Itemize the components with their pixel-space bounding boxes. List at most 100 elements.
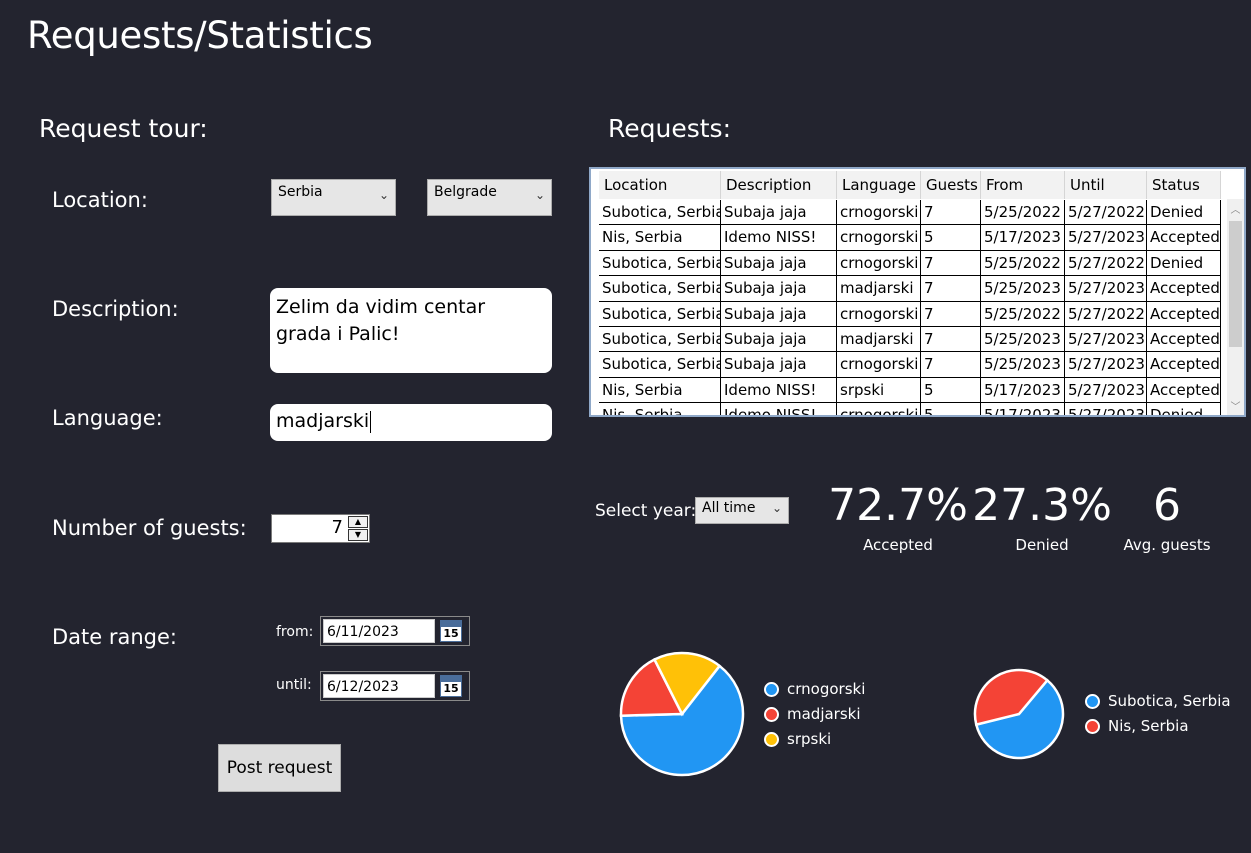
- table-cell: 5/17/2023: [981, 377, 1065, 404]
- table-cell: 5/27/2023: [1065, 276, 1147, 302]
- table-cell: crnogorski: [837, 403, 921, 415]
- legend-dot-icon: [1085, 718, 1100, 734]
- scroll-up-icon[interactable]: ︿: [1227, 201, 1244, 216]
- table-cell: Accepted: [1147, 301, 1221, 327]
- legend-label: Subotica, Serbia: [1108, 692, 1231, 710]
- table-cell: Subaja jaja: [721, 276, 837, 302]
- until-date-input[interactable]: 6/12/2023: [323, 674, 435, 698]
- calendar-icon[interactable]: 15: [440, 620, 462, 642]
- text-caret: [370, 410, 372, 433]
- legend-label: Nis, Serbia: [1108, 717, 1189, 735]
- table-cell: Accepted: [1147, 352, 1221, 378]
- table-cell: srpski: [837, 377, 921, 404]
- guests-stepper[interactable]: 7 ▲ ▼: [271, 514, 370, 543]
- chevron-down-icon: ⌄: [771, 501, 782, 515]
- legend-dot-icon: [1085, 693, 1100, 709]
- legend-item: madjarski: [764, 705, 861, 723]
- guests-label: Number of guests:: [52, 516, 247, 540]
- scrollbar-thumb[interactable]: [1229, 221, 1242, 347]
- table-cell: Idemo NISS!: [721, 403, 837, 415]
- table-row[interactable]: Subotica, Serbia Subaja jaja crnogorski 7 5/…: [599, 352, 1221, 378]
- country-combobox[interactable]: Serbia ⌄: [271, 179, 396, 216]
- table-cell: Nis, Serbia: [599, 225, 721, 251]
- table-cell: Denied: [1147, 200, 1221, 226]
- table-cell: 7: [921, 326, 981, 353]
- column-header[interactable]: Description: [721, 171, 837, 199]
- table-cell: 5/25/2023: [981, 276, 1065, 302]
- from-datepicker[interactable]: 6/11/2023 15: [320, 616, 470, 646]
- legend-item: Nis, Serbia: [1085, 717, 1189, 735]
- request-tour-heading: Request tour:: [39, 114, 208, 143]
- table-cell: 5/27/2023: [1065, 403, 1147, 415]
- column-header[interactable]: Location: [599, 171, 721, 199]
- year-value: All time: [702, 500, 756, 516]
- legend-dot-icon: [764, 706, 779, 722]
- column-header[interactable]: Until: [1065, 171, 1147, 199]
- denied-label: Denied: [1015, 536, 1069, 554]
- accepted-label: Accepted: [863, 536, 933, 554]
- table-cell: crnogorski: [837, 200, 921, 226]
- table-cell: Subotica, Serbia: [599, 301, 721, 327]
- table-cell: 7: [921, 200, 981, 226]
- chevron-down-icon: ⌄: [378, 188, 389, 202]
- language-value: madjarski: [276, 410, 370, 432]
- table-cell: madjarski: [837, 326, 921, 353]
- denied-percentage: 27.3%: [972, 480, 1112, 531]
- table-cell: 5/27/2023: [1065, 326, 1147, 353]
- table-cell: 5/25/2022: [981, 250, 1065, 277]
- table-cell: Accepted: [1147, 276, 1221, 302]
- table-cell: 5/25/2023: [981, 352, 1065, 378]
- increment-icon[interactable]: ▲: [348, 516, 368, 528]
- table-cell: 5/27/2022: [1065, 301, 1147, 327]
- post-request-button[interactable]: Post request: [218, 744, 341, 792]
- decrement-icon[interactable]: ▼: [348, 529, 368, 541]
- legend-item: srpski: [764, 730, 831, 748]
- column-header[interactable]: Language: [837, 171, 921, 199]
- table-cell: Subotica, Serbia: [599, 352, 721, 378]
- avg-guests-value: 6: [1153, 480, 1181, 531]
- table-cell: 5/27/2023: [1065, 225, 1147, 251]
- language-input[interactable]: madjarski: [270, 404, 552, 441]
- description-input[interactable]: Zelim da vidim centar grada i Palic!: [270, 288, 552, 373]
- column-header[interactable]: Status: [1147, 171, 1221, 199]
- table-row[interactable]: Subotica, Serbia Subaja jaja crnogorski 7 5/…: [599, 250, 1221, 277]
- table-cell: Nis, Serbia: [599, 403, 721, 415]
- table-row[interactable]: Subotica, Serbia Subaja jaja madjarski 7 5/2…: [599, 276, 1221, 302]
- language-label: Language:: [52, 406, 163, 430]
- table-row[interactable]: Nis, Serbia Idemo NISS! srpski 5 5/17/2023 5/…: [599, 377, 1221, 404]
- calendar-icon[interactable]: 15: [440, 675, 462, 697]
- scroll-down-icon[interactable]: ﹀: [1227, 398, 1244, 413]
- table-row[interactable]: Nis, Serbia Idemo NISS! crnogorski 5 5/17/20…: [599, 403, 1221, 415]
- table-cell: Subaja jaja: [721, 326, 837, 353]
- city-combobox[interactable]: Belgrade ⌄: [427, 179, 552, 216]
- table-row[interactable]: Subotica, Serbia Subaja jaja crnogorski 7 5/…: [599, 200, 1221, 226]
- until-datepicker[interactable]: 6/12/2023 15: [320, 671, 470, 701]
- column-header[interactable]: From: [981, 171, 1065, 199]
- column-header[interactable]: Guests: [921, 171, 981, 199]
- legend-item: Subotica, Serbia: [1085, 692, 1231, 710]
- table-cell: Idemo NISS!: [721, 225, 837, 251]
- vertical-scrollbar[interactable]: ︿ ﹀: [1227, 199, 1244, 415]
- chevron-down-icon: ⌄: [534, 188, 545, 202]
- requests-heading: Requests:: [608, 114, 731, 143]
- year-combobox[interactable]: All time ⌄: [695, 497, 789, 524]
- from-label: from:: [276, 624, 314, 640]
- page-title: Requests/Statistics: [27, 14, 373, 57]
- avg-guests-label: Avg. guests: [1123, 536, 1211, 554]
- table-cell: 7: [921, 250, 981, 277]
- table-body: Subotica, Serbia Subaja jaja crnogorski 7 5/…: [599, 200, 1221, 415]
- table-row[interactable]: Subotica, Serbia Subaja jaja madjarski 7 5/2…: [599, 326, 1221, 353]
- legend-label: srpski: [787, 730, 832, 748]
- table-cell: Denied: [1147, 250, 1221, 277]
- pie-charts: [619, 651, 1065, 777]
- table-cell: Subotica, Serbia: [599, 200, 721, 226]
- requests-table[interactable]: Location Description Language Guests From Unt…: [589, 167, 1246, 417]
- from-date-input[interactable]: 6/11/2023: [323, 619, 435, 643]
- legend-label: madjarski: [787, 705, 861, 723]
- table-cell: 5/27/2022: [1065, 200, 1147, 226]
- table-cell: 5/27/2023: [1065, 352, 1147, 378]
- table-row[interactable]: Nis, Serbia Idemo NISS! crnogorski 5 5/17/20…: [599, 225, 1221, 251]
- table-row[interactable]: Subotica, Serbia Subaja jaja crnogorski 7 5/…: [599, 301, 1221, 327]
- table-cell: Nis, Serbia: [599, 377, 721, 404]
- table-cell: 7: [921, 276, 981, 302]
